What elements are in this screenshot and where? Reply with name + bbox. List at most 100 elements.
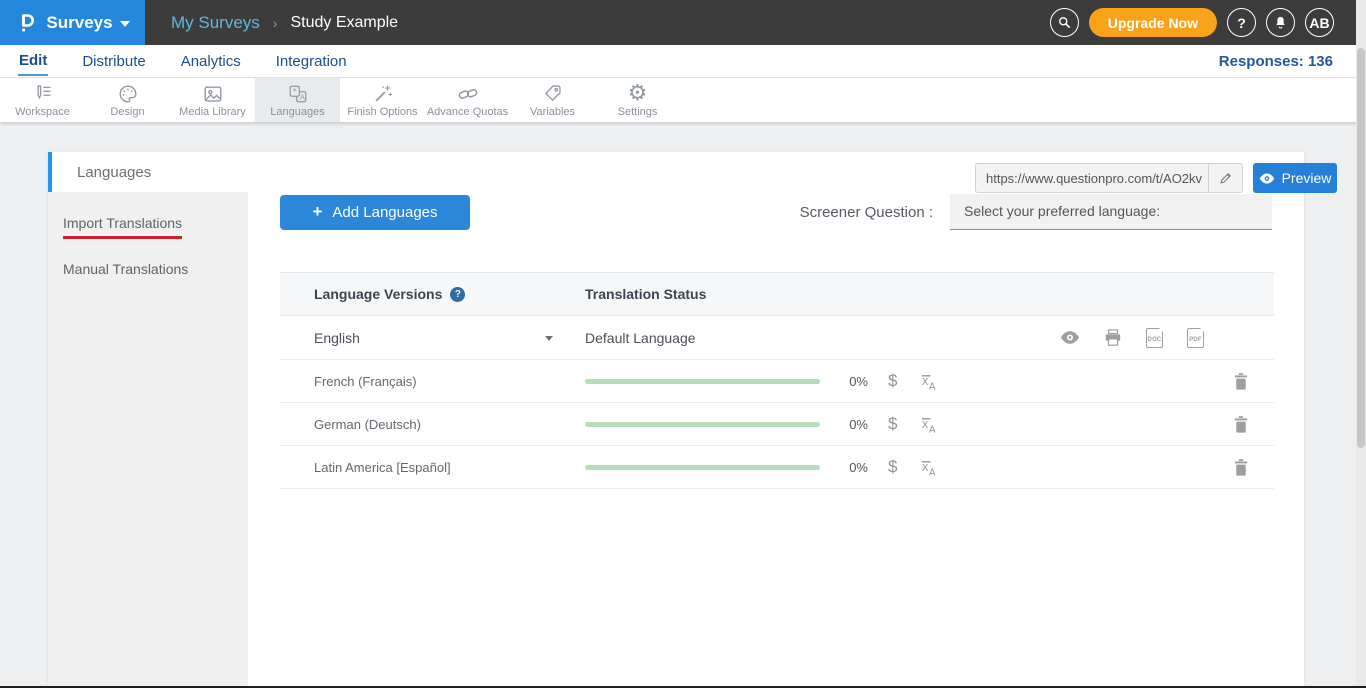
- toolbar-item-finish-options[interactable]: Finish Options: [340, 78, 425, 122]
- responses-count[interactable]: Responses: 136: [1219, 53, 1333, 70]
- toolbar-item-workspace[interactable]: Workspace: [0, 78, 85, 122]
- survey-url-box: [975, 163, 1243, 193]
- toolbar-item-label: Finish Options: [347, 106, 417, 118]
- section-tabs: Edit Distribute Analytics Integration Re…: [0, 45, 1366, 78]
- toolbar-item-advance-quotas[interactable]: Advance Quotas: [425, 78, 510, 122]
- notifications-button[interactable]: [1266, 8, 1295, 37]
- translation-percent: 0%: [838, 374, 868, 389]
- avatar[interactable]: AB: [1305, 8, 1334, 37]
- languages-table: Language Versions ? Translation Status E…: [280, 272, 1274, 489]
- toolbar-item-variables[interactable]: Variables: [510, 78, 595, 122]
- translate-icon[interactable]: X A: [919, 372, 938, 391]
- translation-progress-bar: [585, 379, 820, 384]
- table-row-german: German (Deutsch) 0% $ X A: [280, 403, 1274, 446]
- svg-text:X: X: [922, 419, 929, 430]
- paid-translation-icon[interactable]: $: [888, 371, 897, 391]
- breadcrumb-my-surveys[interactable]: My Surveys: [171, 13, 260, 33]
- tab-analytics[interactable]: Analytics: [180, 48, 242, 75]
- screener-question-select[interactable]: Select your preferred language:: [950, 194, 1272, 230]
- chevron-down-icon: [120, 21, 130, 27]
- tag-icon: [542, 83, 563, 105]
- edit-url-button[interactable]: [1208, 164, 1242, 192]
- screener-question-label: Screener Question :: [800, 204, 933, 221]
- table-row-french: French (Français) 0% $ X A: [280, 360, 1274, 403]
- print-icon[interactable]: [1104, 329, 1122, 347]
- translation-progress-bar: [585, 422, 820, 427]
- page-scrollbar[interactable]: [1356, 0, 1366, 688]
- sidebar-item-label: Manual Translations: [63, 261, 188, 277]
- sidebar-item-manual-translations[interactable]: Manual Translations: [48, 250, 248, 288]
- workspace-icon: [32, 83, 53, 105]
- help-tooltip-icon[interactable]: ?: [450, 287, 465, 302]
- survey-url-input[interactable]: [976, 171, 1208, 186]
- top-bar: Surveys My Surveys › Study Example Upgra…: [0, 0, 1366, 45]
- toolbar-item-label: Advance Quotas: [427, 106, 508, 118]
- svg-text:X: X: [922, 462, 929, 473]
- settings-gear-icon: ⚙: [628, 83, 648, 105]
- default-language-status: Default Language: [585, 330, 696, 346]
- sidebar-item-label: Import Translations: [63, 215, 182, 239]
- help-button[interactable]: ?: [1227, 8, 1256, 37]
- toolbar-item-label: Media Library: [179, 106, 246, 118]
- screener-question: Screener Question : Select your preferre…: [800, 194, 1272, 230]
- delete-language-icon[interactable]: [1234, 416, 1248, 433]
- language-name: English: [314, 330, 360, 346]
- languages-sidebar: Import Translations Manual Translations: [48, 192, 248, 688]
- view-survey-icon[interactable]: [1060, 331, 1080, 344]
- svg-text:A: A: [929, 424, 936, 433]
- eye-icon: [1259, 173, 1275, 184]
- column-language-versions: Language Versions: [314, 286, 442, 302]
- question-mark-icon: ?: [1237, 15, 1246, 31]
- tab-integration[interactable]: Integration: [275, 48, 348, 75]
- translate-icon[interactable]: X A: [919, 415, 938, 434]
- search-button[interactable]: [1050, 8, 1079, 37]
- breadcrumb-current-survey: Study Example: [290, 14, 398, 32]
- toolbar-item-settings[interactable]: ⚙ Settings: [595, 78, 680, 122]
- paid-translation-icon[interactable]: $: [888, 457, 897, 477]
- plus-icon: +: [312, 202, 322, 222]
- svg-text:A: A: [299, 92, 304, 101]
- language-name: German (Deutsch): [314, 417, 421, 432]
- column-translation-status: Translation Status: [585, 286, 706, 302]
- languages-icon: * A: [287, 83, 309, 105]
- toolbar-item-media-library[interactable]: Media Library: [170, 78, 255, 122]
- translation-percent: 0%: [838, 460, 868, 475]
- tab-edit[interactable]: Edit: [18, 47, 48, 76]
- main-area: Languages Import Translations Manual Tra…: [0, 122, 1366, 688]
- toolbar-item-label: Settings: [618, 106, 658, 118]
- panel-title-label: Languages: [77, 164, 151, 181]
- media-library-icon: [202, 83, 224, 105]
- add-languages-label: Add Languages: [332, 204, 437, 221]
- toolbar-item-languages[interactable]: * A Languages: [255, 78, 340, 122]
- product-name: Surveys: [46, 13, 112, 33]
- design-icon: [117, 83, 139, 105]
- add-languages-button[interactable]: + Add Languages: [280, 195, 470, 230]
- upgrade-now-button[interactable]: Upgrade Now: [1089, 8, 1217, 37]
- pencil-icon: [1219, 171, 1233, 185]
- svg-text:A: A: [929, 467, 936, 476]
- preview-button[interactable]: Preview: [1253, 163, 1337, 193]
- questionpro-logo-icon: [15, 11, 39, 35]
- language-dropdown-caret-icon[interactable]: [545, 336, 553, 341]
- survey-toolbar: Workspace Design Media Library * A: [0, 78, 1366, 122]
- sidebar-item-import-translations[interactable]: Import Translations: [48, 204, 248, 250]
- translation-progress-bar: [585, 465, 820, 470]
- translate-icon[interactable]: X A: [919, 458, 938, 477]
- toolbar-item-label: Workspace: [15, 106, 70, 118]
- languages-panel: Languages Import Translations Manual Tra…: [48, 152, 1304, 688]
- tab-distribute[interactable]: Distribute: [81, 48, 146, 75]
- table-row-default-language: English Default Language: [280, 316, 1274, 360]
- delete-language-icon[interactable]: [1234, 373, 1248, 390]
- export-doc-icon[interactable]: DOC: [1146, 328, 1163, 348]
- toolbar-item-label: Variables: [530, 106, 575, 118]
- language-name: French (Français): [314, 374, 417, 389]
- export-pdf-icon[interactable]: PDF: [1187, 328, 1204, 348]
- paid-translation-icon[interactable]: $: [888, 414, 897, 434]
- topbar-actions: Upgrade Now ? AB: [1050, 8, 1366, 37]
- delete-language-icon[interactable]: [1234, 459, 1248, 476]
- svg-text:X: X: [922, 376, 929, 387]
- surveys-menu[interactable]: Surveys: [0, 0, 145, 45]
- scrollbar-thumb[interactable]: [1357, 48, 1365, 448]
- svg-text:A: A: [929, 381, 936, 390]
- toolbar-item-design[interactable]: Design: [85, 78, 170, 122]
